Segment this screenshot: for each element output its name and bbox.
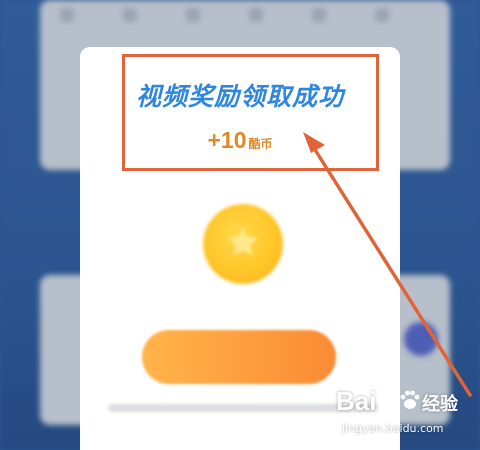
watermark-label: 经验: [422, 394, 458, 415]
baidu-watermark: Bai 经验 jingyan.baidu.com: [336, 386, 476, 444]
star-icon: [228, 227, 258, 256]
coin-star-icon: [203, 204, 283, 284]
claim-more-button[interactable]: [142, 330, 336, 384]
watermark-url: jingyan.baidu.com: [342, 422, 444, 435]
annotation-highlight-box: [122, 54, 379, 171]
paw-icon: [400, 390, 420, 409]
watermark-logo: Bai: [336, 386, 377, 416]
